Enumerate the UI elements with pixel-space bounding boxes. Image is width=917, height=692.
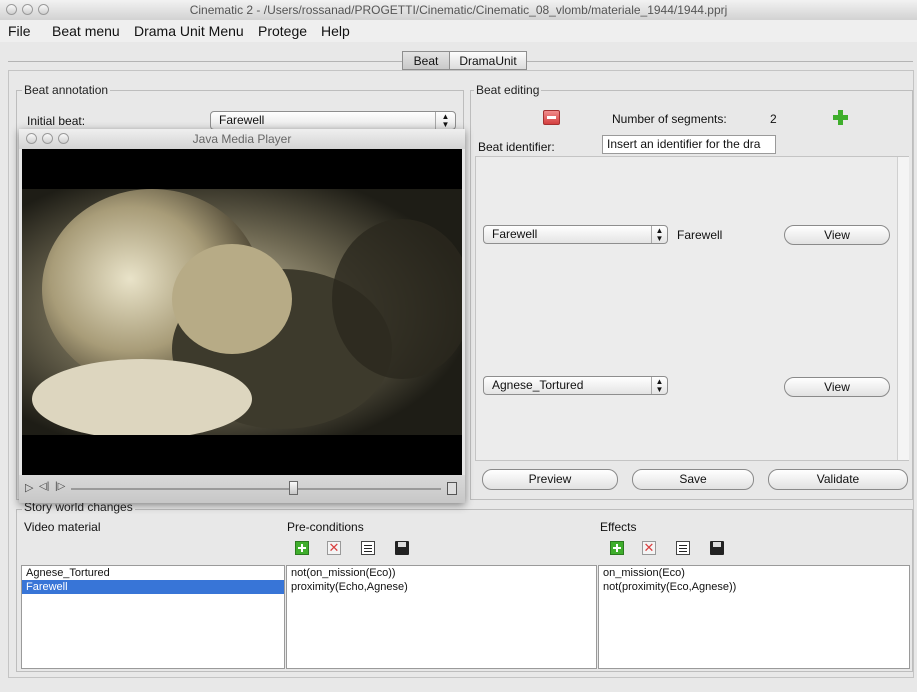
floppy-icon xyxy=(713,542,721,547)
edit-precondition-button[interactable] xyxy=(361,541,375,555)
window-title: Cinematic 2 - /Users/rossanad/PROGETTI/C… xyxy=(189,3,728,17)
menu-beat[interactable]: Beat menu xyxy=(52,23,120,39)
menu-help[interactable]: Help xyxy=(321,23,350,39)
add-effect-button[interactable] xyxy=(610,541,624,555)
combo-arrows-icon: ▲ ▼ xyxy=(651,226,667,243)
segment-2-view-button[interactable]: View xyxy=(784,377,890,397)
remove-segment-button[interactable] xyxy=(543,110,560,125)
segment-1-view-button[interactable]: View xyxy=(784,225,890,245)
remove-effect-button[interactable]: ✕ xyxy=(642,541,656,555)
position-slider-thumb[interactable] xyxy=(289,481,298,495)
menu-bar: File Beat menu Drama Unit Menu Protege H… xyxy=(0,20,917,42)
list-item[interactable]: Agnese_Tortured xyxy=(22,566,284,580)
initial-beat-value: Farewell xyxy=(219,113,265,127)
document-icon xyxy=(364,545,372,546)
floppy-icon xyxy=(398,542,406,547)
add-precondition-button[interactable] xyxy=(295,541,309,555)
preconditions-label: Pre-conditions xyxy=(287,520,364,534)
video-material-list[interactable]: Agnese_Tortured Farewell xyxy=(21,565,285,669)
initial-beat-label: Initial beat: xyxy=(27,114,86,128)
position-slider-track[interactable] xyxy=(71,488,441,490)
list-item[interactable]: not(on_mission(Eco)) xyxy=(287,566,596,580)
preconditions-list[interactable]: not(on_mission(Eco)) proximity(Echo,Agne… xyxy=(286,565,597,669)
edit-effect-button[interactable] xyxy=(676,541,690,555)
menu-file[interactable]: File xyxy=(8,23,31,39)
title-bar: Cinematic 2 - /Users/rossanad/PROGETTI/C… xyxy=(0,0,917,21)
document-icon xyxy=(679,545,687,546)
segment-2-combo[interactable]: Agnese_Tortured ▲ ▼ xyxy=(483,376,668,395)
combo-arrows-icon: ▲ ▼ xyxy=(651,377,667,394)
list-item-selected[interactable]: Farewell xyxy=(22,580,284,594)
media-player-window: Java Media Player ▷ ◁| |▷ xyxy=(19,129,465,503)
segments-scrollbar[interactable] xyxy=(897,157,909,460)
remove-precondition-button[interactable]: ✕ xyxy=(327,541,341,555)
list-item[interactable]: not(proximity(Eco,Agnese)) xyxy=(599,580,909,594)
list-item[interactable]: proximity(Echo,Agnese) xyxy=(287,580,596,594)
minus-icon xyxy=(547,116,556,119)
video-material-label: Video material xyxy=(24,520,101,534)
media-player-controls: ▷ ◁| |▷ xyxy=(19,475,465,503)
tab-drama-unit[interactable]: DramaUnit xyxy=(449,51,527,70)
num-segments-value: 2 xyxy=(770,112,777,126)
video-image xyxy=(22,149,462,475)
x-icon: ✕ xyxy=(328,540,340,555)
video-frame[interactable] xyxy=(22,149,462,475)
num-segments-label: Number of segments: xyxy=(612,112,727,126)
volume-icon[interactable] xyxy=(447,482,457,495)
effects-toolbar: ✕ xyxy=(610,541,730,557)
beat-identifier-label: Beat identifier: xyxy=(478,140,555,154)
save-button[interactable]: Save xyxy=(632,469,754,490)
save-precondition-button[interactable] xyxy=(395,541,409,555)
segment-2-value: Agnese_Tortured xyxy=(492,378,584,392)
beat-identifier-input[interactable]: Insert an identifier for the dra xyxy=(602,135,776,154)
effects-list[interactable]: on_mission(Eco) not(proximity(Eco,Agnese… xyxy=(598,565,910,669)
segment-1-combo[interactable]: Farewell ▲ ▼ xyxy=(483,225,668,244)
menu-drama-unit[interactable]: Drama Unit Menu xyxy=(134,23,244,39)
tab-beat[interactable]: Beat xyxy=(402,51,450,70)
step-back-icon[interactable]: ◁| xyxy=(39,481,49,492)
validate-button[interactable]: Validate xyxy=(768,469,908,490)
combo-arrows-icon: ▲ ▼ xyxy=(435,112,455,129)
play-icon[interactable]: ▷ xyxy=(25,481,33,494)
list-item[interactable]: on_mission(Eco) xyxy=(599,566,909,580)
segments-scroll-area[interactable] xyxy=(475,156,909,461)
media-player-title: Java Media Player xyxy=(192,132,292,146)
save-effect-button[interactable] xyxy=(710,541,724,555)
beat-editing-legend: Beat editing xyxy=(474,83,542,97)
step-forward-icon[interactable]: |▷ xyxy=(55,481,65,492)
effects-label: Effects xyxy=(600,520,637,534)
x-icon: ✕ xyxy=(643,540,655,555)
menu-protege[interactable]: Protege xyxy=(258,23,307,39)
preview-button[interactable]: Preview xyxy=(482,469,618,490)
initial-beat-combo[interactable]: Farewell ▲ ▼ xyxy=(210,111,456,130)
preconditions-toolbar: ✕ xyxy=(295,541,415,557)
media-player-title-bar[interactable]: Java Media Player xyxy=(19,129,465,149)
segment-1-value: Farewell xyxy=(492,227,538,241)
segment-1-label: Farewell xyxy=(677,228,723,242)
beat-annotation-legend: Beat annotation xyxy=(22,83,111,97)
add-segment-button[interactable] xyxy=(832,109,849,126)
